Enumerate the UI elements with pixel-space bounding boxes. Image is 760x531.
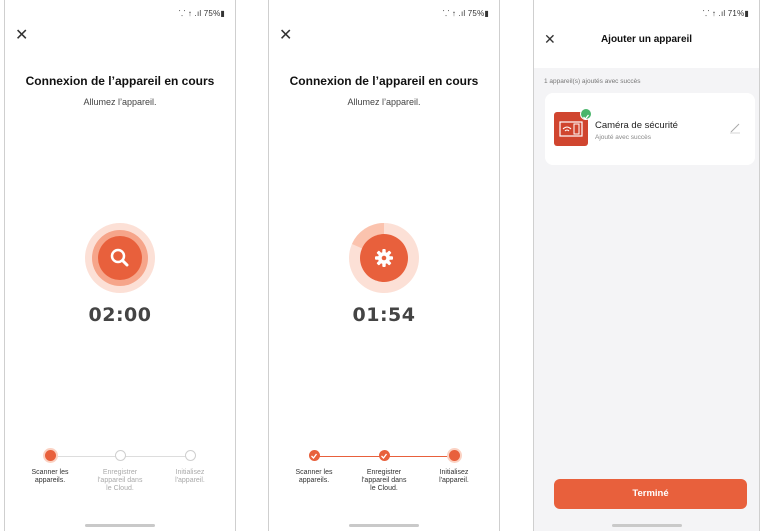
status-bar: ⸪ ↑ .ıl 71%▮ — [702, 9, 749, 18]
home-indicator[interactable] — [611, 524, 682, 527]
step-done-dot — [308, 450, 320, 461]
page-title: Connexion de l’appareil en cours — [25, 74, 215, 88]
page-title: Connexion de l’appareil en cours — [289, 74, 479, 88]
page-title: Ajouter un appareil — [600, 34, 693, 45]
progress-ring — [349, 223, 419, 293]
device-status: Ajouté avec succès — [595, 134, 652, 141]
step-register: Enregistrer l'appareil dans le Cloud. — [359, 450, 409, 493]
step-active-dot — [44, 450, 56, 461]
check-icon — [311, 453, 318, 459]
step-label: Enregistrer l'appareil dans le Cloud. — [361, 469, 407, 492]
close-icon[interactable]: ✕ — [279, 28, 292, 44]
device-card[interactable]: Caméra de sécurité Ajouté avec succès — [545, 93, 755, 165]
success-check-icon — [580, 108, 592, 121]
step-label: Enregistrer l'appareil dans le Cloud. — [97, 469, 143, 492]
step-register: Enregistrer l'appareil dans le Cloud. — [95, 450, 145, 493]
step-active-dot — [448, 450, 460, 461]
phone-screen-result: ⸪ ↑ .ıl 71%▮ ✕ Ajouter un appareil 1 app… — [533, 0, 760, 531]
page-subtitle: Allumez l’appareil. — [83, 97, 157, 107]
security-camera-icon — [554, 108, 592, 146]
step-indicator: Scanner les appareils. Enregistrer l'app… — [269, 450, 499, 510]
home-indicator[interactable] — [349, 524, 419, 527]
done-button[interactable]: Terminé — [554, 479, 747, 509]
phone-screen-scanning: ⸪ ↑ .ıl 75%▮ ✕ Connexion de l’appareil e… — [4, 0, 236, 531]
step-label: Scanner les appareils. — [295, 469, 333, 484]
check-icon — [381, 453, 388, 459]
gear-icon — [375, 249, 393, 267]
status-bar: ⸪ ↑ .ıl 75%▮ — [442, 9, 489, 18]
step-pending-dot — [184, 450, 196, 461]
added-summary: 1 appareil(s) ajoutés avec succès — [544, 78, 641, 85]
edit-pencil-icon[interactable] — [729, 122, 741, 134]
countdown-timer: 02:00 — [88, 304, 152, 326]
device-name: Caméra de sécurité — [595, 120, 678, 131]
countdown-timer: 01:54 — [352, 304, 416, 326]
step-initialize: Initialisez l'appareil. — [165, 450, 215, 485]
step-indicator: Scanner les appareils. Enregistrer l'app… — [5, 450, 235, 510]
header: ⸪ ↑ .ıl 71%▮ ✕ Ajouter un appareil — [534, 0, 759, 68]
step-label: Scanner les appareils. — [31, 469, 69, 484]
home-indicator[interactable] — [85, 524, 155, 527]
step-label: Initialisez l'appareil. — [175, 469, 205, 484]
step-scan: Scanner les appareils. — [25, 450, 75, 485]
step-label: Initialisez l'appareil. — [439, 469, 469, 484]
step-initialize: Initialisez l'appareil. — [429, 450, 479, 485]
close-icon[interactable]: ✕ — [15, 28, 28, 44]
page-subtitle: Allumez l’appareil. — [347, 97, 421, 107]
progress-ring — [85, 223, 155, 293]
phone-screen-initializing: ⸪ ↑ .ıl 75%▮ ✕ Connexion de l’appareil e… — [268, 0, 500, 531]
step-pending-dot — [114, 450, 126, 461]
step-done-dot — [378, 450, 390, 461]
status-bar: ⸪ ↑ .ıl 75%▮ — [178, 9, 225, 18]
step-scan: Scanner les appareils. — [289, 450, 339, 485]
